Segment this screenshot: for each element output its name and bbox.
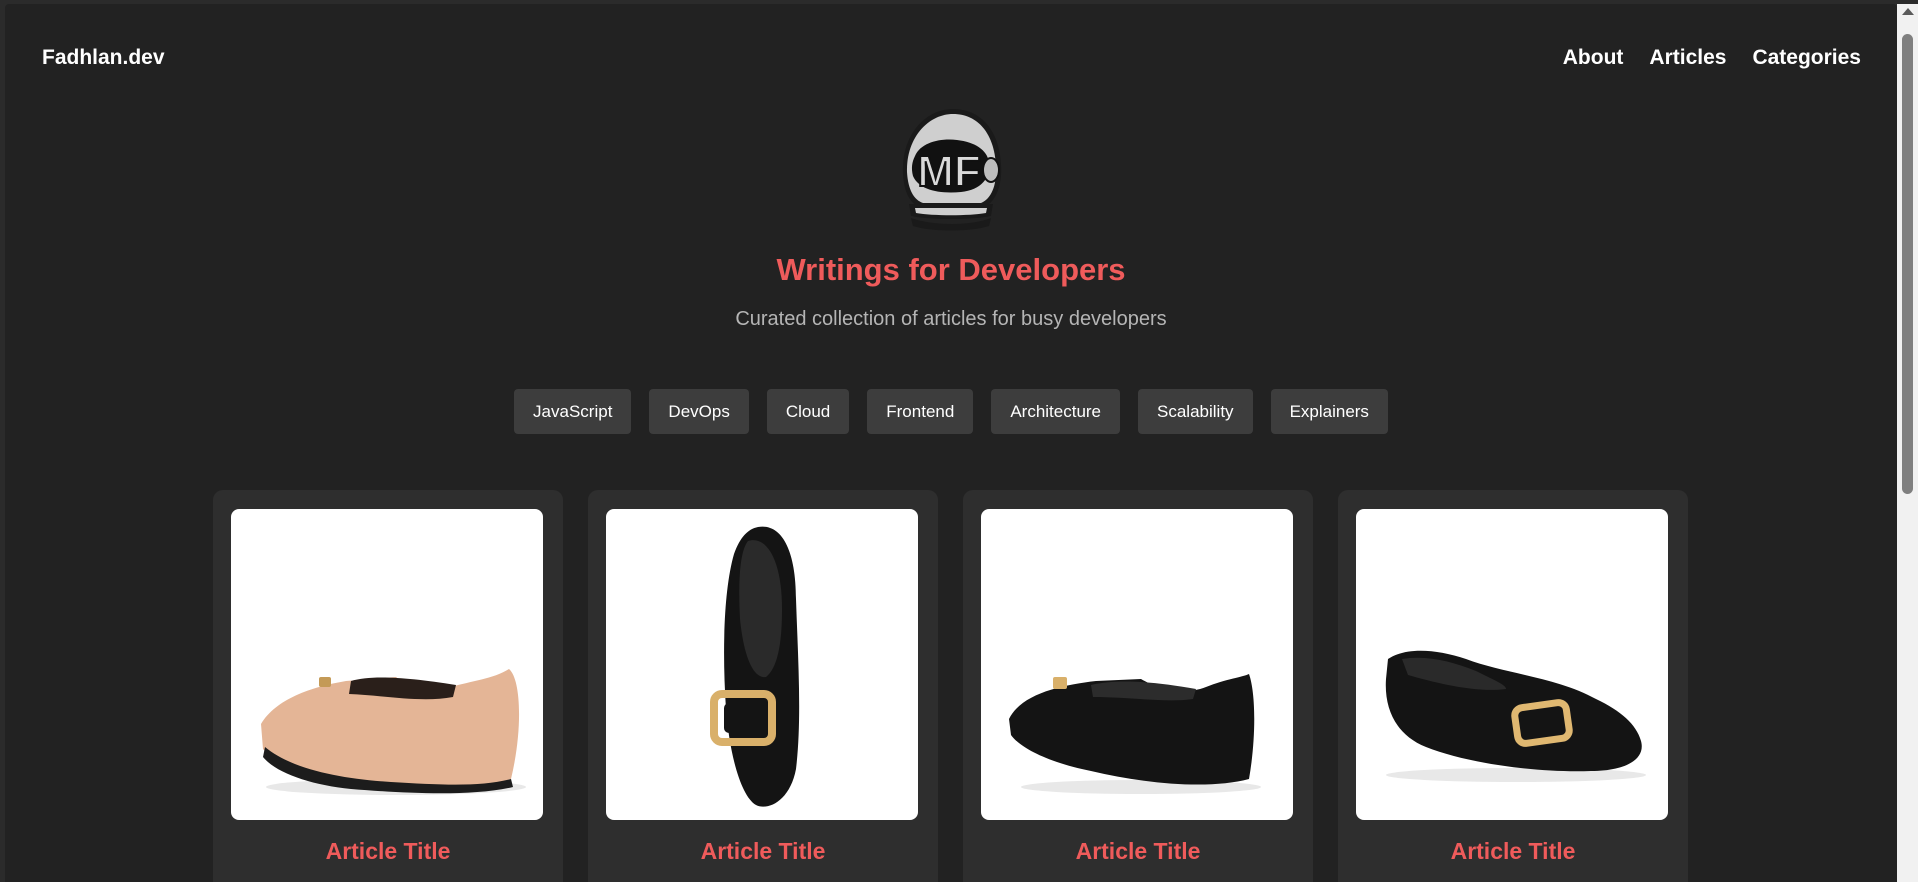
nav-articles[interactable]: Articles bbox=[1649, 46, 1726, 70]
main-nav: About Articles Categories bbox=[1563, 46, 1861, 70]
article-image[interactable] bbox=[231, 509, 543, 820]
article-card[interactable]: Article Title bbox=[588, 490, 938, 882]
article-grid: Article Title Article Title Article Titl… bbox=[213, 490, 1688, 882]
article-card[interactable]: Article Title bbox=[963, 490, 1313, 882]
black-shoe-front-image bbox=[1385, 650, 1646, 782]
article-card[interactable]: Article Title bbox=[213, 490, 563, 882]
site-logo: MF bbox=[902, 109, 1002, 231]
article-title[interactable]: Article Title bbox=[588, 838, 938, 865]
site-brand[interactable]: Fadhlan.dev bbox=[42, 46, 165, 70]
tag-frontend[interactable]: Frontend bbox=[867, 389, 974, 434]
page-viewport: Fadhlan.dev About Articles Categories MF… bbox=[5, 4, 1897, 882]
black-shoe-side-image bbox=[1009, 674, 1261, 794]
nav-about[interactable]: About bbox=[1563, 46, 1624, 70]
logo-lettering: MF bbox=[917, 147, 981, 196]
hero-section: MF Writings for Developers Curated colle… bbox=[5, 104, 1897, 331]
beige-shoe-image bbox=[261, 669, 526, 795]
tag-javascript[interactable]: JavaScript bbox=[514, 389, 632, 434]
article-title[interactable]: Article Title bbox=[963, 838, 1313, 865]
nav-categories[interactable]: Categories bbox=[1752, 46, 1861, 70]
black-shoe-top-image bbox=[710, 526, 800, 807]
article-image[interactable] bbox=[1356, 509, 1668, 820]
tag-cloud[interactable]: Cloud bbox=[766, 389, 850, 434]
article-image[interactable] bbox=[981, 509, 1293, 820]
page-subtitle: Curated collection of articles for busy … bbox=[735, 308, 1167, 330]
scroll-up-arrow-icon[interactable] bbox=[1902, 8, 1914, 15]
tag-architecture[interactable]: Architecture bbox=[991, 389, 1121, 434]
vertical-scrollbar[interactable] bbox=[1897, 4, 1918, 882]
page-title: Writings for Developers bbox=[776, 252, 1126, 287]
article-card[interactable]: Article Title bbox=[1338, 490, 1688, 882]
tag-scalability[interactable]: Scalability bbox=[1138, 389, 1253, 434]
tag-devops[interactable]: DevOps bbox=[649, 389, 749, 434]
article-image[interactable] bbox=[606, 509, 918, 820]
article-title[interactable]: Article Title bbox=[1338, 838, 1688, 865]
category-tags: JavaScript DevOps Cloud Frontend Archite… bbox=[5, 389, 1897, 434]
scroll-thumb[interactable] bbox=[1902, 34, 1913, 494]
tag-explainers[interactable]: Explainers bbox=[1270, 389, 1388, 434]
article-title[interactable]: Article Title bbox=[213, 838, 563, 865]
